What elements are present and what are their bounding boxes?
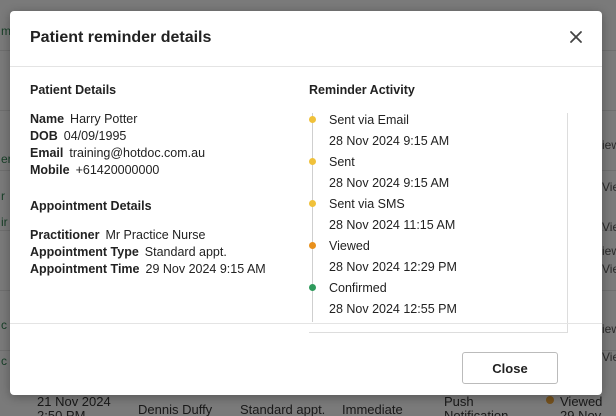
- activity-label: Sent: [329, 155, 355, 169]
- status-dot-icon: [309, 116, 316, 123]
- modal-footer-divider: [10, 323, 602, 324]
- field-value: training@hotdoc.com.au: [69, 146, 206, 160]
- field-value: Standard appt.: [144, 245, 227, 259]
- status-dot-icon: [309, 158, 316, 165]
- reminder-activity-list[interactable]: Sent via Email 28 Nov 2024 9:15 AM Sent …: [309, 113, 568, 333]
- activity-label: Sent via SMS: [329, 197, 405, 211]
- modal-title: Patient reminder details: [30, 29, 212, 46]
- patient-name-row: Name Harry Potter: [30, 112, 137, 126]
- field-value: 04/09/1995: [63, 129, 127, 143]
- appointment-type-row: Appointment Type Standard appt.: [30, 245, 227, 259]
- patient-details-title: Patient Details: [30, 83, 117, 97]
- patient-dob-row: DOB 04/09/1995: [30, 129, 126, 143]
- appointment-time-row: Appointment Time 29 Nov 2024 9:15 AM: [30, 262, 266, 276]
- patient-mobile-row: Mobile +61420000000: [30, 163, 159, 177]
- status-dot-icon: [309, 242, 316, 249]
- activity-label: Confirmed: [329, 281, 387, 295]
- field-value: +61420000000: [75, 163, 160, 177]
- field-label: Appointment Type: [30, 245, 139, 259]
- activity-time: 28 Nov 2024 11:15 AM: [329, 218, 456, 232]
- field-label: Appointment Time: [30, 262, 140, 276]
- close-button[interactable]: Close: [462, 352, 558, 384]
- activity-time: 28 Nov 2024 9:15 AM: [329, 176, 450, 190]
- close-icon[interactable]: [566, 27, 586, 47]
- modal-header: Patient reminder details: [10, 11, 602, 67]
- activity-label: Sent via Email: [329, 113, 409, 127]
- appointment-practitioner-row: Practitioner Mr Practice Nurse: [30, 228, 206, 242]
- field-value: 29 Nov 2024 9:15 AM: [145, 262, 266, 276]
- field-label: Name: [30, 112, 65, 126]
- patient-email-row: Email training@hotdoc.com.au: [30, 146, 205, 160]
- field-label: Email: [30, 146, 64, 160]
- field-value: Harry Potter: [70, 112, 138, 126]
- reminder-activity-title: Reminder Activity: [309, 83, 415, 97]
- activity-label: Viewed: [329, 239, 370, 253]
- field-label: Mobile: [30, 163, 70, 177]
- status-dot-icon: [309, 284, 316, 291]
- activity-time: 28 Nov 2024 9:15 AM: [329, 134, 450, 148]
- field-value: Mr Practice Nurse: [105, 228, 206, 242]
- patient-reminder-modal: Patient reminder details Patient Details…: [10, 11, 602, 395]
- field-label: DOB: [30, 129, 58, 143]
- status-dot-icon: [309, 200, 316, 207]
- activity-time: 28 Nov 2024 12:55 PM: [329, 302, 457, 316]
- activity-time: 28 Nov 2024 12:29 PM: [329, 260, 457, 274]
- appointment-details-title: Appointment Details: [30, 199, 152, 213]
- field-label: Practitioner: [30, 228, 100, 242]
